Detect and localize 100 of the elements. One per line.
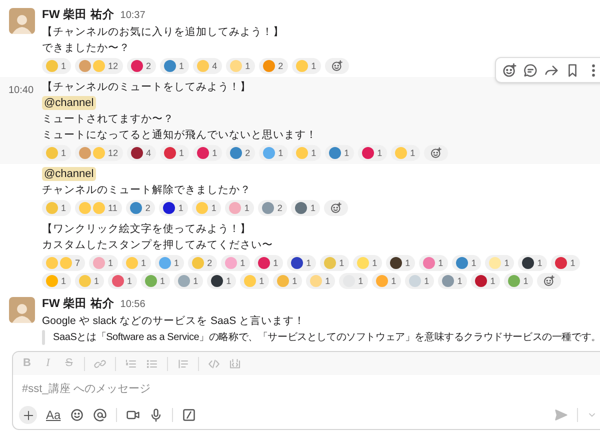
message-text: カスタムしたスタンプを押してみてください〜 <box>42 238 274 253</box>
reaction-pill[interactable]: 1 <box>160 58 190 74</box>
reaction-pill[interactable]: 1 <box>287 255 316 271</box>
reaction-pill[interactable]: 1 <box>551 255 580 271</box>
reaction-pill[interactable]: 7 <box>42 255 86 271</box>
timestamp[interactable]: 10:37 <box>120 8 146 23</box>
reaction-pill[interactable]: 1 <box>273 273 302 289</box>
reaction-pill[interactable]: 1 <box>438 273 468 289</box>
channel-mention[interactable]: @channel <box>42 167 96 181</box>
add-reaction-button[interactable] <box>537 273 562 289</box>
reaction-pill[interactable]: 1 <box>391 145 420 161</box>
reaction-pill[interactable]: 1 <box>193 145 222 161</box>
reaction-pill[interactable]: 1 <box>518 255 548 271</box>
message-text: 【ワンクリック絵文字を使ってみよう！】 <box>42 222 252 237</box>
reaction-pill[interactable]: 2 <box>188 255 218 271</box>
reaction-pill[interactable]: 1 <box>405 273 434 289</box>
quote-text: SaaSとは「Software as a Service」の略称で、「サービスとしてのソフトウェア」を意味するクラウドサービスの一種です。 <box>53 330 600 345</box>
emoji-icon <box>93 60 106 72</box>
add-reaction-icon <box>330 202 342 214</box>
reaction-pill[interactable]: 4 <box>127 145 156 161</box>
message-input[interactable]: #sst_講座 へのメッセージ <box>13 375 600 403</box>
reaction-pill[interactable]: 1 <box>225 200 254 216</box>
mention-icon[interactable] <box>92 408 107 422</box>
reaction-pill[interactable]: 11 <box>75 200 122 216</box>
reaction-pill[interactable]: 1 <box>419 255 448 271</box>
reaction-pill[interactable]: 2 <box>127 58 156 74</box>
reaction-pill[interactable]: 1 <box>226 58 256 74</box>
timestamp[interactable]: 10:56 <box>120 297 146 312</box>
reaction-pill[interactable]: 1 <box>292 145 322 161</box>
add-reaction-icon <box>430 147 442 159</box>
reaction-pill[interactable]: 1 <box>42 200 72 216</box>
reaction-pill[interactable]: 1 <box>42 273 72 289</box>
reaction-pill[interactable]: 2 <box>259 58 288 74</box>
reaction-pill[interactable]: 1 <box>192 200 222 216</box>
reaction-pill[interactable]: 1 <box>42 58 72 74</box>
share-arrow-icon[interactable] <box>544 62 559 78</box>
plus-icon <box>22 410 34 420</box>
reaction-pill[interactable]: 1 <box>174 273 204 289</box>
reaction-pill[interactable]: 1 <box>207 273 236 289</box>
reaction-pill[interactable]: 12 <box>75 145 124 161</box>
reaction-pill[interactable]: 1 <box>160 145 190 161</box>
add-reaction-icon <box>331 60 344 72</box>
reaction-pill[interactable]: 1 <box>358 145 388 161</box>
reaction-pill[interactable]: 4 <box>193 58 222 74</box>
reaction-pill[interactable]: 1 <box>306 273 336 289</box>
channel-mention[interactable]: @channel <box>42 96 96 110</box>
emoji-icon <box>93 147 106 159</box>
reaction-pill[interactable]: 2 <box>226 145 256 161</box>
reaction-pill[interactable]: 1 <box>159 200 188 216</box>
reaction-pill[interactable]: 2 <box>258 200 288 216</box>
reaction-pill[interactable]: 1 <box>372 273 402 289</box>
reaction-pill[interactable]: 1 <box>240 273 270 289</box>
message-text: ミュートになってると通知が飛んでいないと思います！ <box>42 128 318 143</box>
reaction-pill[interactable]: 1 <box>42 145 72 161</box>
reaction-pill[interactable]: 1 <box>122 255 152 271</box>
reaction-pill[interactable]: 1 <box>353 255 382 271</box>
reaction-pill[interactable]: 1 <box>339 273 368 289</box>
reaction-pill[interactable]: 1 <box>504 273 534 289</box>
reaction-pill[interactable]: 1 <box>75 273 104 289</box>
speech-bubble-icon[interactable] <box>523 62 538 78</box>
author-name[interactable]: FW 柴田 祐介 <box>42 8 114 23</box>
reaction-pill[interactable]: 1 <box>452 255 482 271</box>
emoji-icon <box>60 257 72 269</box>
slash-command-icon[interactable] <box>182 408 196 422</box>
emoji-icon[interactable] <box>70 408 84 422</box>
message-text: 【チャンネルのミュートをしてみよう！】 <box>42 80 252 95</box>
message-text: 【チャンネルのお気に入りを追加してみよう！】 <box>42 25 285 40</box>
add-reaction-button[interactable] <box>324 200 348 216</box>
reaction-pill[interactable]: 1 <box>325 145 354 161</box>
reaction-pill[interactable]: 1 <box>254 255 284 271</box>
reaction-pill[interactable]: 1 <box>221 255 250 271</box>
message-text: チャンネルのミュート解除できましたか？ <box>42 183 252 198</box>
message-composer[interactable]: B I S #sst_講座 へのメッセージ Aa <box>12 351 600 430</box>
reaction-pill[interactable]: 1 <box>320 255 350 271</box>
reaction-pill[interactable]: 1 <box>259 145 288 161</box>
timestamp[interactable]: 10:40 <box>8 83 34 164</box>
text-format-button[interactable]: Aa <box>46 406 61 424</box>
attach-button[interactable] <box>19 406 37 424</box>
add-reaction-button[interactable] <box>424 145 448 161</box>
reaction-pill[interactable]: 1 <box>155 255 184 271</box>
reaction-pill[interactable]: 1 <box>108 273 138 289</box>
add-reaction-button[interactable] <box>325 58 350 74</box>
video-camera-icon[interactable] <box>126 408 140 422</box>
reaction-pill[interactable]: 12 <box>75 58 124 74</box>
message-text: ミュートされてますか〜？ <box>42 112 175 127</box>
reaction-pill[interactable]: 1 <box>471 273 500 289</box>
microphone-icon[interactable] <box>148 408 163 422</box>
reaction-pill[interactable]: 1 <box>89 255 118 271</box>
message-text: Google や slack などのサービスを SaaS と言います！ <box>42 314 306 329</box>
reaction-pill[interactable]: 1 <box>386 255 416 271</box>
author-name[interactable]: FW 柴田 祐介 <box>42 297 114 312</box>
message-text: できましたか〜？ <box>42 41 131 56</box>
reaction-pill[interactable]: 1 <box>485 255 514 271</box>
reaction-pill[interactable]: 1 <box>291 200 320 216</box>
add-reaction-icon <box>543 275 556 287</box>
reaction-pill[interactable]: 2 <box>126 200 156 216</box>
reaction-pill[interactable]: 1 <box>141 273 170 289</box>
emoji-icon <box>93 202 106 214</box>
add-reaction-icon[interactable] <box>502 62 517 78</box>
reaction-pill[interactable]: 1 <box>292 58 322 74</box>
